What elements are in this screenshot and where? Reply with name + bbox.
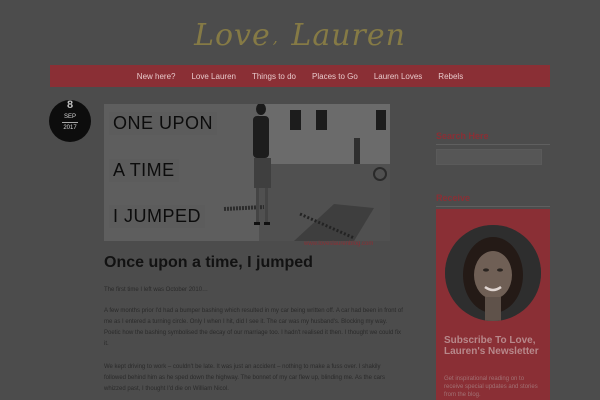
nav-item-places-to-go[interactable]: Places to Go — [312, 72, 358, 81]
post-date-month: SEP — [63, 114, 76, 120]
nav-item-things-to-do[interactable]: Things to do — [252, 72, 296, 81]
post-date-day: 8 — [66, 99, 74, 111]
logo-separator: , — [272, 27, 279, 47]
nav-item-new-here[interactable]: New here? — [137, 72, 176, 81]
logo-right: Lauren — [291, 18, 406, 53]
nav-item-rebels[interactable]: Rebels — [438, 72, 463, 81]
hero-text-line-2: A TIME — [109, 159, 179, 182]
post-date-badge: 8 SEP 2017 — [49, 99, 91, 142]
site-logo[interactable]: Love, Lauren — [0, 18, 600, 53]
hero-text-line-3: I JUMPED — [109, 205, 206, 228]
newsletter-widget: Subscribe To Love, Lauren's Newsletter G… — [436, 209, 550, 400]
post-title[interactable]: Once upon a time, I jumped — [104, 254, 313, 272]
main-nav: New here? Love Lauren Things to do Place… — [50, 65, 550, 87]
sidebar-divider — [436, 206, 550, 207]
sidebar-divider — [436, 144, 550, 145]
search-heading: Search Here — [436, 131, 489, 141]
post-paragraph-1: The first time I left was October 2010… — [104, 287, 209, 293]
hero-text-line-1: ONE UPON — [109, 112, 218, 135]
avatar — [445, 225, 541, 321]
post-paragraph-2: A few months prior I'd had a bumper bash… — [104, 308, 403, 347]
post-hero-image[interactable]: ONE UPON A TIME I JUMPED — [104, 104, 390, 241]
search-input[interactable] — [436, 149, 542, 165]
newsletter-title: Subscribe To Love, Lauren's Newsletter — [444, 335, 539, 357]
newsletter-description: Get inspirational reading on to receive … — [444, 376, 538, 398]
receive-heading: Receive — [436, 193, 471, 203]
nav-item-love-lauren[interactable]: Love Lauren — [191, 72, 235, 81]
nav-item-lauren-loves[interactable]: Lauren Loves — [374, 72, 422, 81]
hero-caption: www.loveslaurenblog.com — [304, 241, 374, 247]
avatar-portrait — [445, 225, 541, 321]
post-date-year: 2017 — [63, 125, 77, 131]
post-paragraph-3: We kept driving to work – couldn't be la… — [104, 364, 385, 392]
logo-left: Love — [194, 18, 271, 53]
post-date-divider — [62, 122, 78, 123]
